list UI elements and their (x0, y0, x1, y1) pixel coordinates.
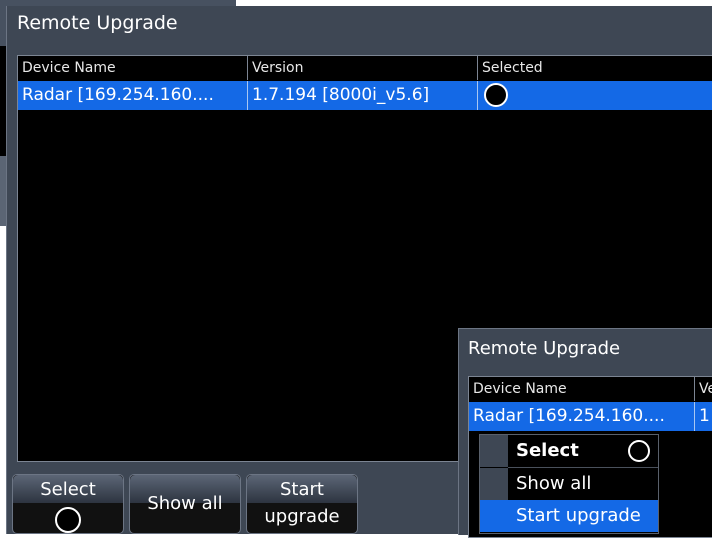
menu-item-show-all[interactable]: Show all (480, 468, 658, 500)
show-all-button-label: Show all (147, 493, 223, 514)
version-cell: 1.7.194 [8000i_v5.6] (248, 81, 478, 110)
window-title: Remote Upgrade (17, 12, 178, 34)
menu-item-show-all-label: Show all (516, 473, 592, 494)
show-all-button[interactable]: Show all (129, 474, 241, 534)
menu-gutter (480, 468, 508, 500)
menu-item-start-upgrade[interactable]: Start upgrade (480, 500, 658, 532)
popup-column-header-version[interactable]: Ve (695, 377, 712, 401)
start-upgrade-label-line2: upgrade (264, 506, 340, 527)
popup-device-name-cell: Radar [169.254.160.... (469, 402, 695, 431)
column-header-selected[interactable]: Selected (478, 56, 712, 80)
popup-title: Remote Upgrade (468, 338, 621, 359)
select-button[interactable]: Select (12, 474, 124, 534)
menu-item-select-label: Select (516, 440, 579, 461)
menu-item-start-upgrade-label: Start upgrade (516, 505, 641, 526)
device-name-cell: Radar [169.254.160.... (18, 81, 248, 110)
table-header: Device Name Version Selected (18, 56, 712, 80)
popup-column-header-device-name[interactable]: Device Name (469, 377, 695, 401)
popup-table-row[interactable]: Radar [169.254.160.... 1 (469, 402, 712, 431)
remote-upgrade-popup-window: Remote Upgrade Device Name Ve Radar [169… (458, 328, 712, 538)
menu-gutter (480, 435, 508, 467)
context-menu: Select Show all Start upgrade (479, 434, 659, 534)
menu-item-select[interactable]: Select (480, 435, 658, 467)
select-radio-icon (55, 507, 81, 533)
selected-radio[interactable] (484, 83, 508, 107)
start-upgrade-label-line1: Start (280, 479, 324, 500)
table-row[interactable]: Radar [169.254.160.... 1.7.194 [8000i_v5… (18, 81, 712, 110)
start-upgrade-button[interactable]: Start upgrade (246, 474, 358, 534)
column-header-device-name[interactable]: Device Name (18, 56, 248, 80)
popup-version-cell: 1 (699, 406, 710, 426)
menu-gutter (480, 500, 508, 532)
radio-icon[interactable] (628, 440, 650, 462)
column-header-version[interactable]: Version (248, 56, 478, 80)
select-button-label: Select (40, 479, 96, 500)
